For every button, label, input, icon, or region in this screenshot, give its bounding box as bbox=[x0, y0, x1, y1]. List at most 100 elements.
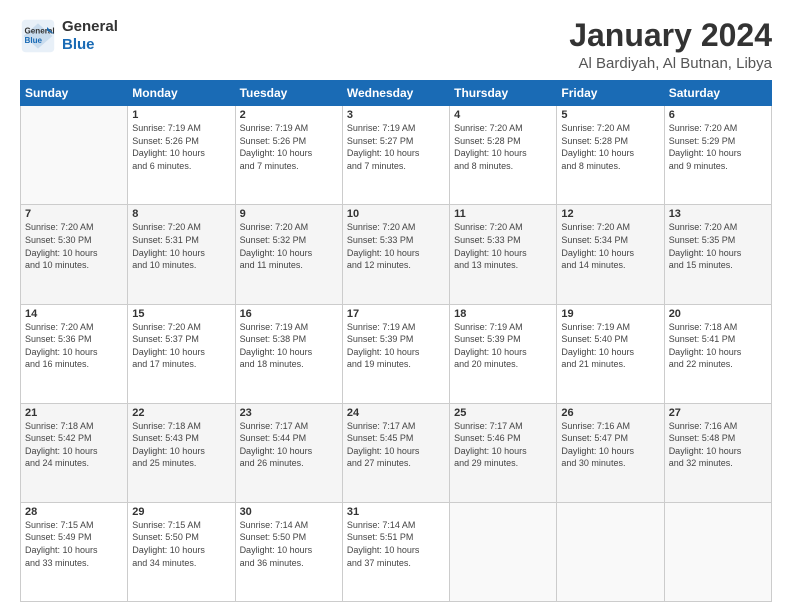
day-number: 1 bbox=[132, 109, 230, 121]
day-cell: 3Sunrise: 7:19 AM Sunset: 5:27 PM Daylig… bbox=[342, 106, 449, 205]
day-info: Sunrise: 7:20 AM Sunset: 5:33 PM Dayligh… bbox=[347, 221, 445, 271]
day-cell bbox=[450, 502, 557, 601]
day-number: 22 bbox=[132, 407, 230, 419]
svg-text:Blue: Blue bbox=[25, 36, 43, 45]
day-number: 27 bbox=[669, 407, 767, 419]
day-cell: 6Sunrise: 7:20 AM Sunset: 5:29 PM Daylig… bbox=[664, 106, 771, 205]
col-sunday: Sunday bbox=[21, 81, 128, 106]
day-cell: 16Sunrise: 7:19 AM Sunset: 5:38 PM Dayli… bbox=[235, 304, 342, 403]
day-number: 23 bbox=[240, 407, 338, 419]
day-number: 14 bbox=[25, 308, 123, 320]
col-monday: Monday bbox=[128, 81, 235, 106]
day-number: 16 bbox=[240, 308, 338, 320]
day-cell: 26Sunrise: 7:16 AM Sunset: 5:47 PM Dayli… bbox=[557, 403, 664, 502]
day-info: Sunrise: 7:14 AM Sunset: 5:51 PM Dayligh… bbox=[347, 519, 445, 569]
day-info: Sunrise: 7:20 AM Sunset: 5:34 PM Dayligh… bbox=[561, 221, 659, 271]
logo: General Blue General Blue bbox=[20, 18, 118, 54]
day-cell bbox=[21, 106, 128, 205]
week-row-3: 14Sunrise: 7:20 AM Sunset: 5:36 PM Dayli… bbox=[21, 304, 772, 403]
col-wednesday: Wednesday bbox=[342, 81, 449, 106]
col-tuesday: Tuesday bbox=[235, 81, 342, 106]
day-cell: 21Sunrise: 7:18 AM Sunset: 5:42 PM Dayli… bbox=[21, 403, 128, 502]
day-cell: 12Sunrise: 7:20 AM Sunset: 5:34 PM Dayli… bbox=[557, 205, 664, 304]
day-info: Sunrise: 7:19 AM Sunset: 5:39 PM Dayligh… bbox=[347, 321, 445, 371]
day-info: Sunrise: 7:17 AM Sunset: 5:44 PM Dayligh… bbox=[240, 420, 338, 470]
day-info: Sunrise: 7:19 AM Sunset: 5:26 PM Dayligh… bbox=[132, 122, 230, 172]
day-cell: 13Sunrise: 7:20 AM Sunset: 5:35 PM Dayli… bbox=[664, 205, 771, 304]
logo-icon: General Blue bbox=[20, 18, 56, 54]
day-cell: 31Sunrise: 7:14 AM Sunset: 5:51 PM Dayli… bbox=[342, 502, 449, 601]
day-info: Sunrise: 7:19 AM Sunset: 5:27 PM Dayligh… bbox=[347, 122, 445, 172]
day-number: 15 bbox=[132, 308, 230, 320]
day-info: Sunrise: 7:19 AM Sunset: 5:38 PM Dayligh… bbox=[240, 321, 338, 371]
day-number: 21 bbox=[25, 407, 123, 419]
day-info: Sunrise: 7:20 AM Sunset: 5:36 PM Dayligh… bbox=[25, 321, 123, 371]
day-cell: 29Sunrise: 7:15 AM Sunset: 5:50 PM Dayli… bbox=[128, 502, 235, 601]
day-number: 29 bbox=[132, 506, 230, 518]
day-cell: 9Sunrise: 7:20 AM Sunset: 5:32 PM Daylig… bbox=[235, 205, 342, 304]
day-info: Sunrise: 7:19 AM Sunset: 5:26 PM Dayligh… bbox=[240, 122, 338, 172]
day-info: Sunrise: 7:19 AM Sunset: 5:40 PM Dayligh… bbox=[561, 321, 659, 371]
day-number: 31 bbox=[347, 506, 445, 518]
day-cell: 11Sunrise: 7:20 AM Sunset: 5:33 PM Dayli… bbox=[450, 205, 557, 304]
day-number: 2 bbox=[240, 109, 338, 121]
day-info: Sunrise: 7:14 AM Sunset: 5:50 PM Dayligh… bbox=[240, 519, 338, 569]
day-info: Sunrise: 7:20 AM Sunset: 5:31 PM Dayligh… bbox=[132, 221, 230, 271]
day-cell: 1Sunrise: 7:19 AM Sunset: 5:26 PM Daylig… bbox=[128, 106, 235, 205]
day-number: 7 bbox=[25, 208, 123, 220]
day-number: 13 bbox=[669, 208, 767, 220]
logo-general: General bbox=[62, 18, 118, 36]
day-cell: 2Sunrise: 7:19 AM Sunset: 5:26 PM Daylig… bbox=[235, 106, 342, 205]
col-saturday: Saturday bbox=[664, 81, 771, 106]
day-number: 25 bbox=[454, 407, 552, 419]
day-number: 20 bbox=[669, 308, 767, 320]
day-cell: 18Sunrise: 7:19 AM Sunset: 5:39 PM Dayli… bbox=[450, 304, 557, 403]
day-info: Sunrise: 7:20 AM Sunset: 5:37 PM Dayligh… bbox=[132, 321, 230, 371]
week-row-2: 7Sunrise: 7:20 AM Sunset: 5:30 PM Daylig… bbox=[21, 205, 772, 304]
day-cell: 5Sunrise: 7:20 AM Sunset: 5:28 PM Daylig… bbox=[557, 106, 664, 205]
day-cell bbox=[664, 502, 771, 601]
day-info: Sunrise: 7:18 AM Sunset: 5:42 PM Dayligh… bbox=[25, 420, 123, 470]
day-cell: 28Sunrise: 7:15 AM Sunset: 5:49 PM Dayli… bbox=[21, 502, 128, 601]
day-number: 24 bbox=[347, 407, 445, 419]
day-info: Sunrise: 7:20 AM Sunset: 5:33 PM Dayligh… bbox=[454, 221, 552, 271]
day-number: 6 bbox=[669, 109, 767, 121]
week-row-4: 21Sunrise: 7:18 AM Sunset: 5:42 PM Dayli… bbox=[21, 403, 772, 502]
day-number: 10 bbox=[347, 208, 445, 220]
day-cell: 15Sunrise: 7:20 AM Sunset: 5:37 PM Dayli… bbox=[128, 304, 235, 403]
day-info: Sunrise: 7:17 AM Sunset: 5:45 PM Dayligh… bbox=[347, 420, 445, 470]
day-info: Sunrise: 7:20 AM Sunset: 5:29 PM Dayligh… bbox=[669, 122, 767, 172]
col-thursday: Thursday bbox=[450, 81, 557, 106]
day-number: 3 bbox=[347, 109, 445, 121]
day-cell: 25Sunrise: 7:17 AM Sunset: 5:46 PM Dayli… bbox=[450, 403, 557, 502]
day-info: Sunrise: 7:20 AM Sunset: 5:28 PM Dayligh… bbox=[561, 122, 659, 172]
day-number: 5 bbox=[561, 109, 659, 121]
header: General Blue General Blue January 2024 A… bbox=[20, 18, 772, 72]
logo-blue: Blue bbox=[62, 36, 118, 54]
header-row: Sunday Monday Tuesday Wednesday Thursday… bbox=[21, 81, 772, 106]
day-cell: 14Sunrise: 7:20 AM Sunset: 5:36 PM Dayli… bbox=[21, 304, 128, 403]
day-cell: 7Sunrise: 7:20 AM Sunset: 5:30 PM Daylig… bbox=[21, 205, 128, 304]
day-cell: 19Sunrise: 7:19 AM Sunset: 5:40 PM Dayli… bbox=[557, 304, 664, 403]
day-number: 9 bbox=[240, 208, 338, 220]
day-number: 11 bbox=[454, 208, 552, 220]
calendar-table: Sunday Monday Tuesday Wednesday Thursday… bbox=[20, 80, 772, 602]
col-friday: Friday bbox=[557, 81, 664, 106]
day-info: Sunrise: 7:15 AM Sunset: 5:49 PM Dayligh… bbox=[25, 519, 123, 569]
day-cell: 4Sunrise: 7:20 AM Sunset: 5:28 PM Daylig… bbox=[450, 106, 557, 205]
day-info: Sunrise: 7:18 AM Sunset: 5:43 PM Dayligh… bbox=[132, 420, 230, 470]
day-cell: 24Sunrise: 7:17 AM Sunset: 5:45 PM Dayli… bbox=[342, 403, 449, 502]
day-cell: 23Sunrise: 7:17 AM Sunset: 5:44 PM Dayli… bbox=[235, 403, 342, 502]
day-cell: 30Sunrise: 7:14 AM Sunset: 5:50 PM Dayli… bbox=[235, 502, 342, 601]
day-info: Sunrise: 7:18 AM Sunset: 5:41 PM Dayligh… bbox=[669, 321, 767, 371]
day-cell: 17Sunrise: 7:19 AM Sunset: 5:39 PM Dayli… bbox=[342, 304, 449, 403]
calendar-subtitle: Al Bardiyah, Al Butnan, Libya bbox=[569, 55, 772, 72]
day-cell: 27Sunrise: 7:16 AM Sunset: 5:48 PM Dayli… bbox=[664, 403, 771, 502]
day-info: Sunrise: 7:20 AM Sunset: 5:28 PM Dayligh… bbox=[454, 122, 552, 172]
day-info: Sunrise: 7:19 AM Sunset: 5:39 PM Dayligh… bbox=[454, 321, 552, 371]
title-block: January 2024 Al Bardiyah, Al Butnan, Lib… bbox=[569, 18, 772, 72]
day-number: 30 bbox=[240, 506, 338, 518]
day-info: Sunrise: 7:20 AM Sunset: 5:32 PM Dayligh… bbox=[240, 221, 338, 271]
day-number: 17 bbox=[347, 308, 445, 320]
week-row-5: 28Sunrise: 7:15 AM Sunset: 5:49 PM Dayli… bbox=[21, 502, 772, 601]
